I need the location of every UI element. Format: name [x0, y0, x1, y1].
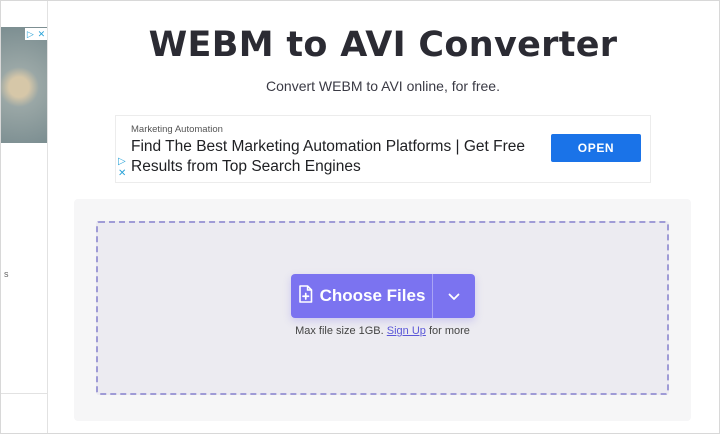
page-title: WEBM to AVI Converter [148, 25, 618, 65]
file-size-limit: Max file size 1GB. Sign Up for more [98, 325, 667, 337]
page-subtitle: Convert WEBM to AVI online, for free. [266, 78, 500, 94]
close-ad-icon[interactable]: ✕ [118, 168, 128, 180]
chevron-down-icon [448, 289, 460, 304]
ad-open-button[interactable]: OPEN [551, 134, 641, 162]
choose-files-group: Choose Files [291, 274, 475, 318]
adchoices-icon[interactable]: ▷ [118, 156, 128, 168]
divider [1, 393, 47, 394]
left-rail-text: s [4, 269, 9, 279]
sign-up-link[interactable]: Sign Up [387, 325, 426, 337]
browser-viewport: ▷ ✕ s WEBM to AVI Converter Convert WEBM… [0, 0, 720, 434]
file-plus-icon [298, 284, 313, 308]
choose-files-button[interactable]: Choose Files [291, 274, 432, 318]
file-dropzone[interactable]: Choose Files Max file size 1GB. Sign Up … [96, 221, 669, 395]
limit-suffix: for more [428, 325, 470, 337]
limit-prefix: Max file size 1GB. [295, 325, 384, 337]
ad-kicker: Marketing Automation [131, 124, 223, 135]
source-dropdown-button[interactable] [432, 274, 475, 318]
ad-banner[interactable]: Marketing Automation Find The Best Marke… [115, 115, 651, 183]
upload-card: Choose Files Max file size 1GB. Sign Up … [74, 199, 691, 421]
ad-headline[interactable]: Find The Best Marketing Automation Platf… [131, 137, 531, 177]
choose-files-label: Choose Files [319, 286, 426, 305]
ad-choices[interactable]: ▷ ✕ [118, 156, 128, 180]
left-ad-rail: ▷ ✕ s [1, 1, 48, 433]
